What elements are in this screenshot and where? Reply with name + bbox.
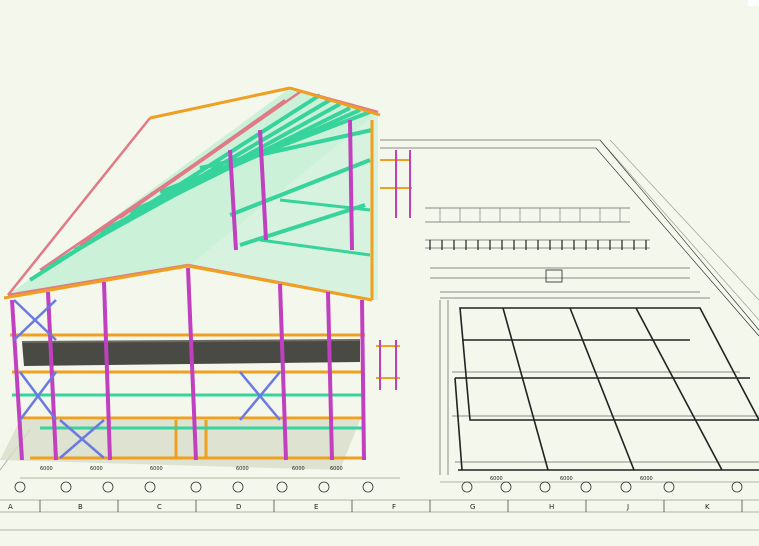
svg-text:6000: 6000: [150, 466, 163, 472]
svg-text:H: H: [549, 503, 554, 511]
svg-text:B: B: [78, 503, 83, 511]
dimension-labels: 6000 6000 6000 6000 6000 6000 6000 6000 …: [40, 466, 653, 482]
svg-text:E: E: [314, 503, 318, 511]
axis-ticks: [39, 500, 743, 512]
svg-text:J: J: [626, 503, 629, 511]
svg-text:6000: 6000: [330, 466, 343, 472]
annex: [376, 159, 412, 379]
bim-structure-scene: A B C D E F G H J K 6000 6000 6000 6000 …: [0, 0, 759, 531]
structural-model-3d: [0, 86, 412, 470]
svg-text:6000: 6000: [90, 466, 103, 472]
axis-bubbles: [14, 481, 743, 493]
svg-text:6000: 6000: [40, 466, 53, 472]
svg-text:6000: 6000: [560, 476, 573, 482]
svg-text:6000: 6000: [490, 476, 503, 482]
svg-text:6000: 6000: [236, 466, 249, 472]
svg-text:K: K: [705, 503, 710, 511]
axis-letters: A B C D E F G H J K: [8, 503, 710, 511]
svg-text:C: C: [157, 503, 162, 511]
svg-text:D: D: [236, 503, 241, 511]
corner-marker: [748, 0, 759, 6]
svg-text:F: F: [392, 503, 396, 511]
svg-text:G: G: [470, 503, 475, 511]
svg-text:6000: 6000: [292, 466, 305, 472]
svg-text:6000: 6000: [640, 476, 653, 482]
svg-text:A: A: [8, 503, 13, 511]
floor-plan-drawing: [380, 139, 759, 475]
